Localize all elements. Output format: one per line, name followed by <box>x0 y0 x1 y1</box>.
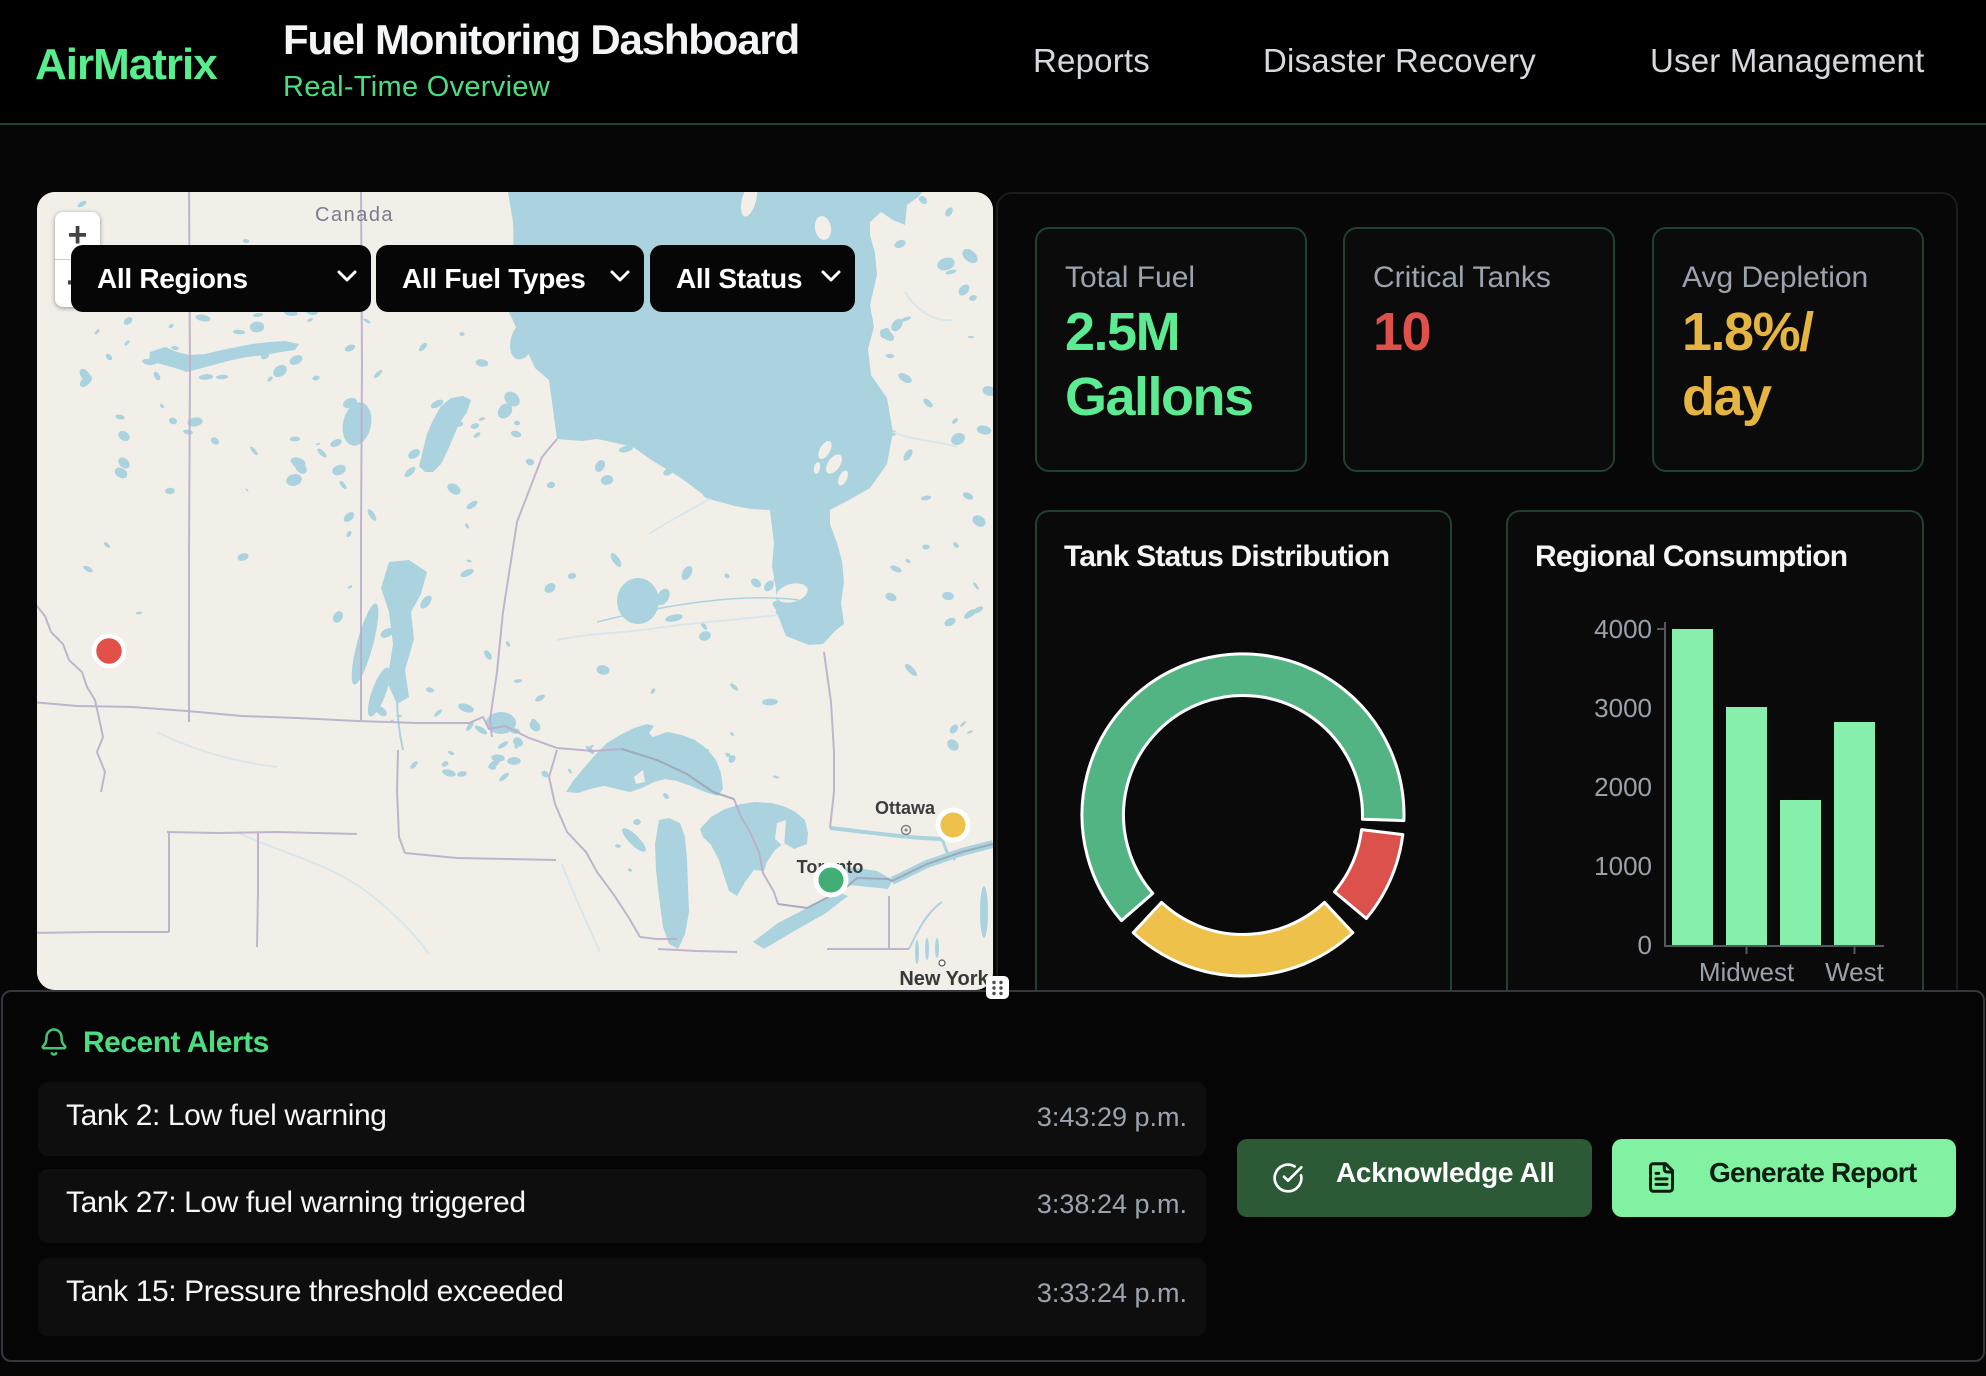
svg-text:West: West <box>1825 957 1885 987</box>
svg-text:New York: New York <box>899 968 989 990</box>
svg-text:1000: 1000 <box>1594 851 1652 881</box>
svg-text:Midwest: Midwest <box>1699 957 1795 987</box>
svg-text:0: 0 <box>1638 930 1652 960</box>
svg-text:Canada: Canada <box>315 204 394 226</box>
svg-text:2000: 2000 <box>1594 772 1652 802</box>
svg-text:Ottawa: Ottawa <box>875 798 936 818</box>
svg-text:4000: 4000 <box>1594 614 1652 644</box>
svg-text:3000: 3000 <box>1594 693 1652 723</box>
